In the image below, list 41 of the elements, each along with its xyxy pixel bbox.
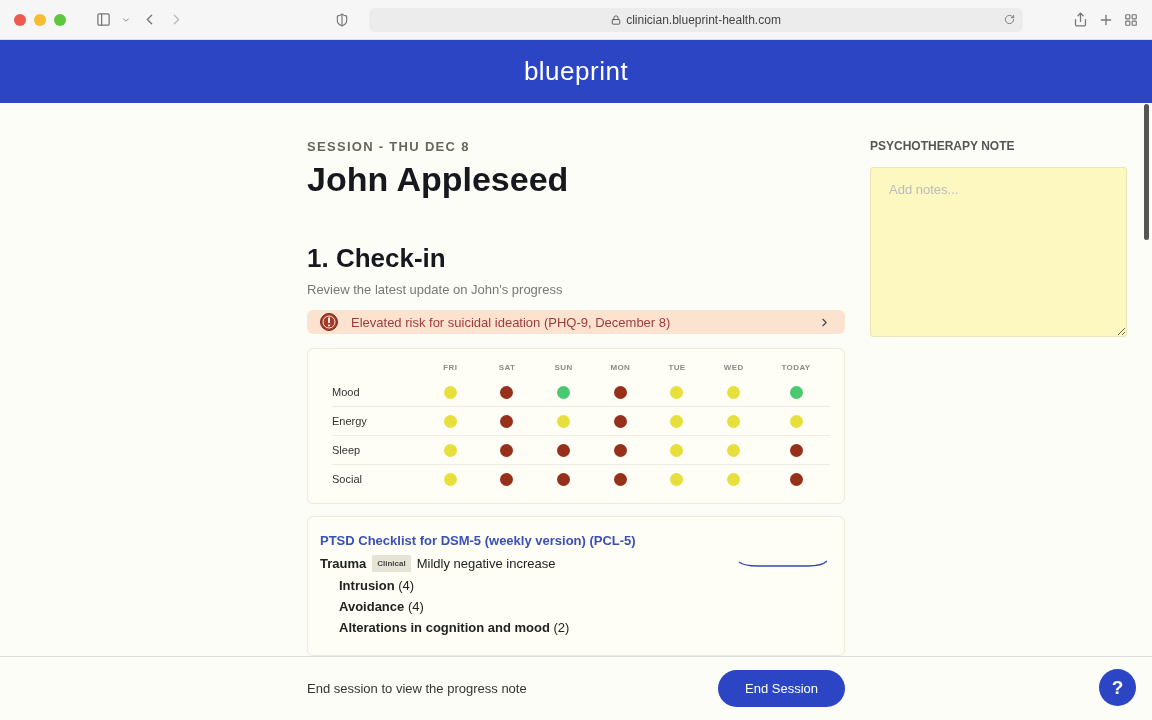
metric-label: Sleep: [332, 436, 422, 465]
session-date: SESSION - THU DEC 8: [307, 139, 471, 154]
alert-icon: [319, 312, 339, 332]
subscale-score: Avoidance (4): [339, 599, 425, 614]
day-header: WED: [722, 363, 745, 374]
day-header: TODAY: [780, 363, 812, 374]
day-header: MON: [609, 363, 632, 374]
shield-icon[interactable]: [335, 12, 349, 27]
section-title: 1. Check-in: [307, 243, 447, 274]
section-subtitle: Review the latest update on John's progress: [307, 282, 564, 297]
metric-label: Social: [332, 472, 363, 487]
subscale-score: Intrusion (4): [339, 578, 416, 593]
day-header: TUE: [667, 363, 687, 374]
risk-alert[interactable]: Elevated risk for suicidal ideation (PHQ-9, December 8): [307, 310, 845, 334]
subscale-score: Alterations in cognition and mood (2): [339, 620, 571, 635]
trend-text: Mildly negative increase: [416, 556, 557, 571]
clinical-badge: Clinical: [372, 555, 411, 572]
alert-text: Elevated risk for suicidal ideation (PHQ-9, December 8): [351, 314, 672, 330]
reload-icon[interactable]: [1004, 14, 1015, 25]
address-bar[interactable]: clinician.blueprint-health.com: [369, 7, 1023, 32]
end-session-button[interactable]: End Session: [718, 670, 845, 707]
footer-message: End session to view the progress note: [307, 681, 527, 696]
patient-name: John Appleseed: [307, 160, 570, 199]
close-light[interactable]: [14, 13, 26, 26]
zoom-light[interactable]: [54, 13, 66, 26]
day-header: SAT: [497, 363, 517, 374]
metric-label: Energy: [332, 407, 422, 436]
notes-field[interactable]: Add notes...: [870, 167, 1127, 337]
minimize-light[interactable]: [34, 13, 46, 26]
metric-label: Mood: [332, 378, 422, 407]
tab-overview-icon[interactable]: [1124, 12, 1138, 27]
day-header: SUN: [553, 363, 574, 374]
day-header: FRI: [442, 363, 459, 374]
checklist-link[interactable]: PTSD Checklist for DSM-5 (weekly version) (PCL-5): [320, 533, 636, 548]
scrollbar[interactable]: [1144, 104, 1149, 240]
sidebar-icon[interactable]: [96, 12, 111, 27]
logo: blueprint: [523, 56, 629, 87]
category-name: Trauma: [320, 556, 367, 571]
lock-icon: [611, 14, 622, 25]
note-heading: PSYCHOTHERAPY NOTE: [870, 139, 1016, 153]
share-icon[interactable]: [1073, 12, 1088, 27]
